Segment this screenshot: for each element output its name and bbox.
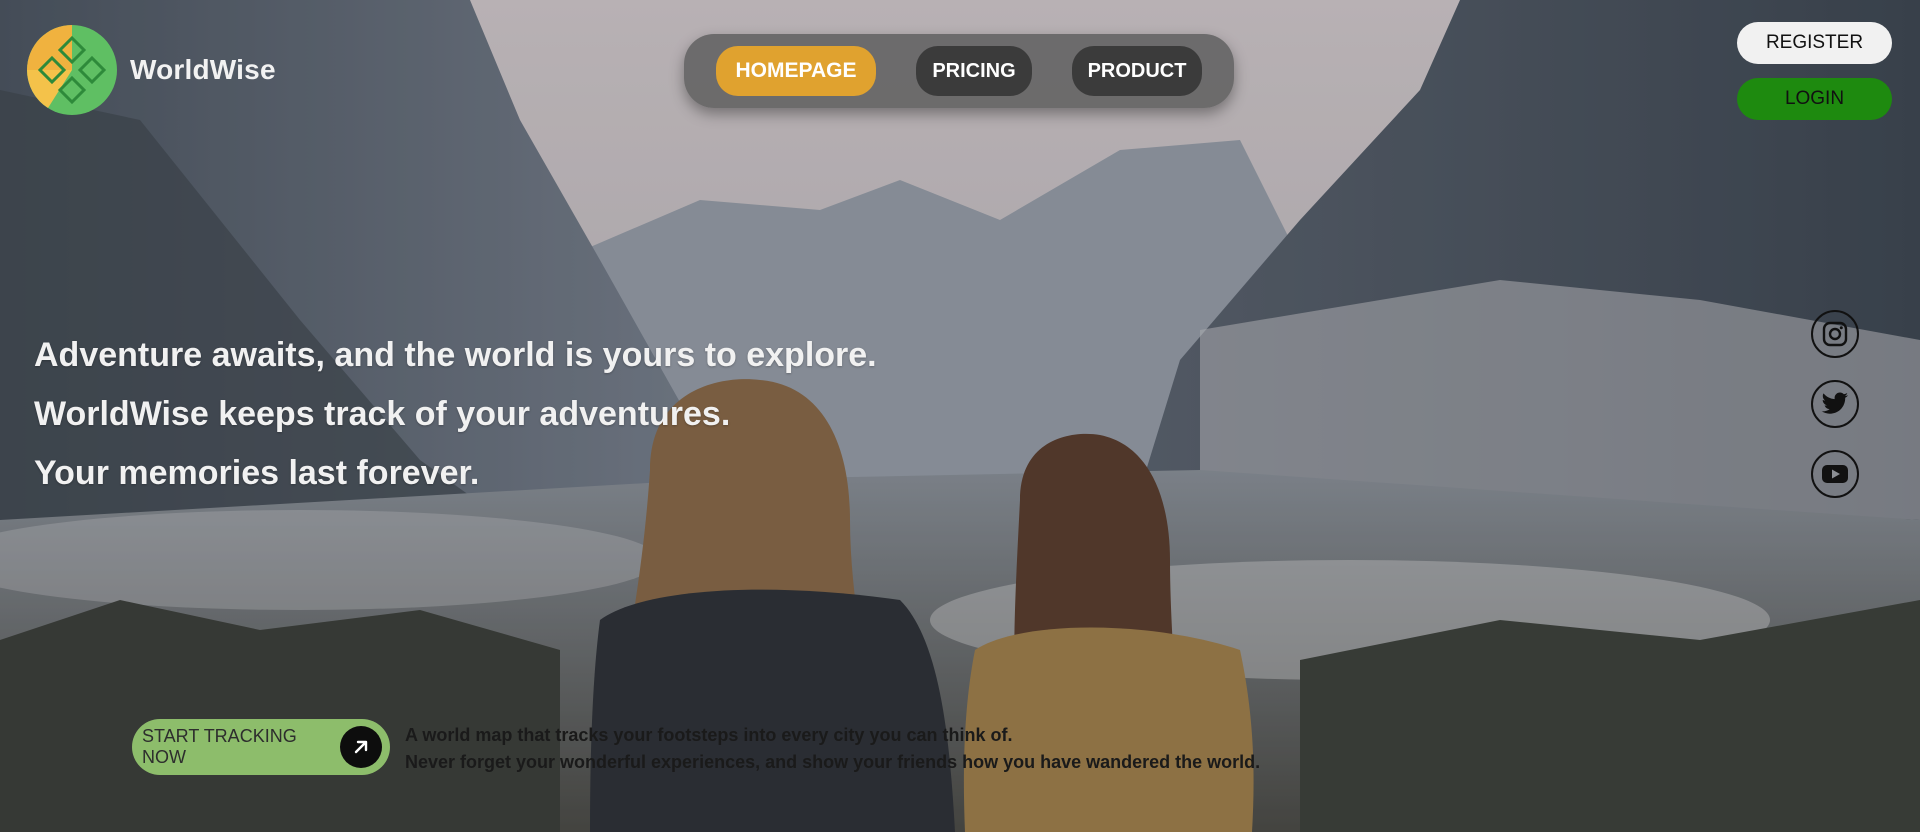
tagline-line-2: Never forget your wonderful experiences,… bbox=[405, 752, 1261, 772]
youtube-icon bbox=[1822, 465, 1848, 483]
brand-name: WorldWise bbox=[130, 54, 276, 85]
nav-product-button[interactable]: PRODUCT bbox=[1072, 46, 1202, 96]
twitter-link[interactable] bbox=[1811, 380, 1859, 428]
cta-arrow-circle bbox=[340, 726, 382, 768]
social-links bbox=[1811, 310, 1859, 498]
nav-pricing-button[interactable]: PRICING bbox=[916, 46, 1032, 96]
register-button[interactable]: REGISTER bbox=[1737, 22, 1892, 64]
worldwise-logo-icon bbox=[27, 25, 117, 115]
start-tracking-button[interactable]: START TRACKING NOW bbox=[132, 719, 390, 775]
arrow-up-right-icon bbox=[354, 740, 368, 754]
twitter-icon bbox=[1821, 392, 1848, 414]
brand[interactable]: WorldWise bbox=[26, 24, 276, 116]
instagram-icon bbox=[1822, 321, 1848, 347]
hero-tagline: A world map that tracks your footsteps i… bbox=[405, 722, 1260, 776]
instagram-link[interactable] bbox=[1811, 310, 1859, 358]
login-button[interactable]: LOGIN bbox=[1737, 78, 1892, 120]
headline-line-2: WorldWise keeps track of your adventures… bbox=[34, 395, 731, 433]
youtube-link[interactable] bbox=[1811, 450, 1859, 498]
start-tracking-label: START TRACKING NOW bbox=[142, 726, 297, 767]
headline-line-1: Adventure awaits, and the world is yours… bbox=[34, 336, 877, 374]
headline-line-3: Your memories last forever. bbox=[34, 454, 480, 492]
main-nav: HOMEPAGE PRICING PRODUCT bbox=[684, 34, 1234, 108]
hero-headline: Adventure awaits, and the world is yours… bbox=[34, 326, 877, 503]
nav-homepage-button[interactable]: HOMEPAGE bbox=[716, 46, 876, 96]
tagline-line-1: A world map that tracks your footsteps i… bbox=[405, 725, 1013, 745]
